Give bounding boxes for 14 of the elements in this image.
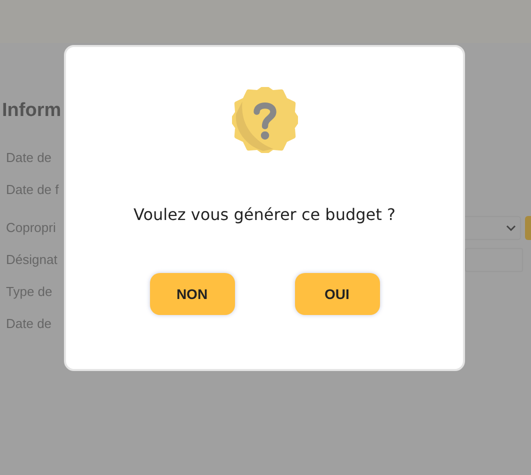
field-label: Désignat [6,251,58,270]
dialog-message: Voulez vous générer ce budget ? [134,204,396,226]
input-field[interactable] [465,248,523,272]
chevron-down-icon [506,225,516,231]
side-button[interactable] [525,216,531,240]
field-label: Copropri [6,219,56,238]
field-label: Date de [6,315,52,334]
no-button[interactable]: NON [150,273,234,315]
yes-button[interactable]: OUI [294,273,380,315]
question-badge-icon [232,87,298,153]
field-label: Type de [6,283,52,302]
section-heading: Inform [2,99,62,123]
field-label: Date de [6,149,52,168]
field-label: Date de f [6,181,59,200]
